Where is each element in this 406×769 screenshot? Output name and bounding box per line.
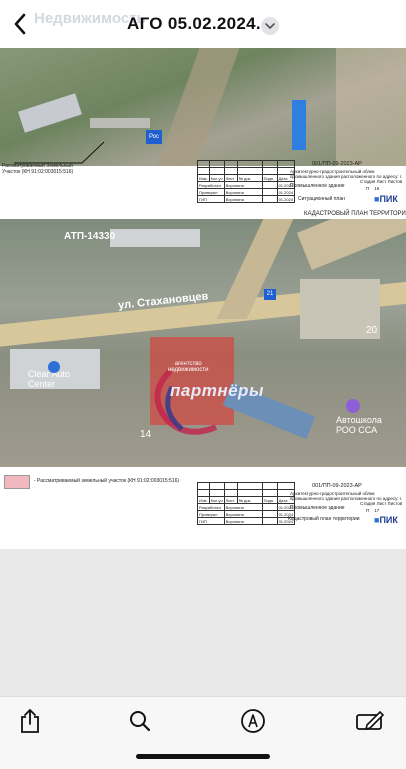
chevron-down-icon	[265, 22, 275, 29]
document-viewer[interactable]: Рос Рассматриваемый Земельный Участок (К…	[0, 48, 406, 696]
share-button[interactable]	[14, 705, 46, 737]
page-situational-plan: Рос Рассматриваемый Земельный Участок (К…	[0, 48, 406, 209]
pik-logo: ■ПИК	[374, 194, 398, 204]
home-indicator	[136, 754, 270, 759]
stage-values-2: П 17	[366, 508, 380, 513]
car-pin-icon	[48, 361, 60, 373]
page-cadastral-plan: КАДАСТРОВЫЙ ПЛАН ТЕРРИТОРИ ул. Стахановц…	[0, 209, 406, 549]
building-number-20: 20	[366, 325, 378, 336]
sheet-name-2: Кадастровый план территории	[288, 516, 360, 522]
building-name-2: Промышленное здание	[290, 505, 345, 511]
annotate-button[interactable]	[354, 705, 386, 737]
poi-atp-label: АТП-14330	[64, 231, 116, 242]
road-sign-21: 21	[264, 289, 276, 300]
sheet-code: 001/ПП-09-2023-АР	[312, 161, 362, 167]
title-block-left-2: Изм. Кол.уч Лист № док. Подп. Дата Разработал…	[197, 482, 296, 525]
stage-values: П 16	[366, 186, 380, 191]
search-icon	[130, 711, 151, 732]
sheet-name: Ситуационный план	[298, 196, 345, 202]
pik-logo-2: ■ПИК	[374, 515, 398, 525]
agency-watermark: агентство недвижимости партнёры	[142, 351, 263, 441]
share-icon	[21, 708, 39, 733]
annotate-icon	[356, 710, 385, 731]
back-button[interactable]	[6, 10, 34, 38]
chevron-left-icon	[14, 13, 26, 35]
document-title[interactable]: АГО 05.02.2024.	[127, 14, 261, 34]
stage-header-2: Стадия Лист Листов	[360, 501, 403, 506]
sheet-description: Архитектурно-градостроительный облик про…	[290, 169, 403, 179]
markup-icon	[241, 709, 265, 733]
stage-header: Стадия Лист Листов	[360, 179, 403, 184]
poi-auto-center-label: Clear Auto Center	[28, 369, 71, 389]
plot-callout-text: Рассматриваемый Земельный Участок (КН 91…	[2, 163, 74, 175]
legend-text: - Рассматриваемый земельный участок (КН …	[34, 478, 180, 484]
title-block-left: Изм. Кол.уч Лист № док. Подп. Дата Разработал…	[197, 160, 296, 203]
sheet-code-2: 001/ПП-09-2023-АР	[312, 483, 362, 489]
map-poi-label: Рос	[146, 130, 162, 144]
cadastral-map: ул. Стахановцев АТП-14330 Clear Auto Cen…	[0, 219, 406, 467]
page-header: КАДАСТРОВЫЙ ПЛАН ТЕРРИТОРИ	[304, 211, 406, 217]
legend-swatch	[4, 475, 30, 489]
markup-button[interactable]	[237, 705, 269, 737]
sheet-description-2: Архитектурно-градостроительный облик про…	[290, 491, 403, 501]
school-pin-icon	[346, 399, 360, 413]
search-button[interactable]	[124, 705, 156, 737]
title-menu-button[interactable]	[261, 17, 279, 35]
poi-driving-school-label: Автошкола РОО ССА	[336, 415, 382, 435]
building-name: Промышленное здание	[290, 183, 345, 189]
watermark-brand: партнёры	[170, 381, 264, 400]
top-bar: Недвижимость АГО 05.02.2024.	[0, 0, 406, 48]
